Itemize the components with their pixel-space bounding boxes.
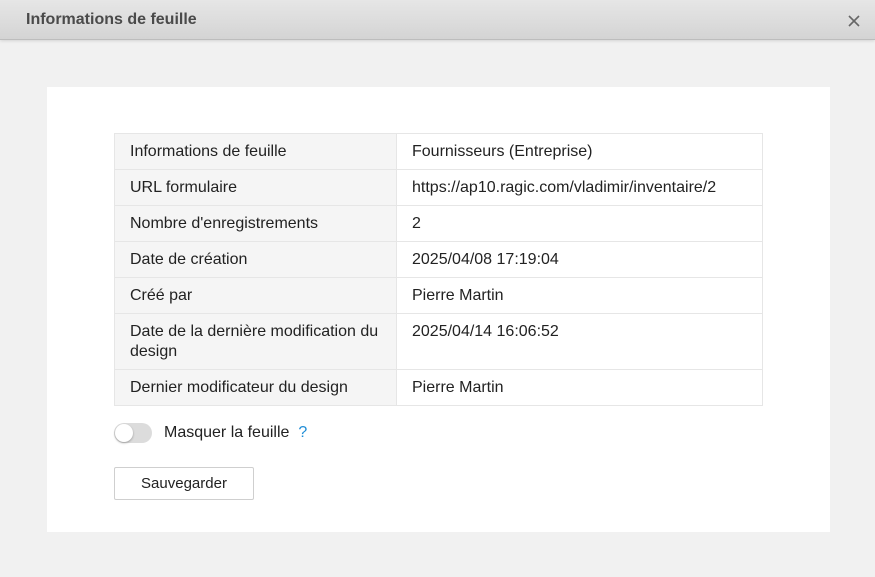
row-value: Pierre Martin	[396, 277, 763, 314]
row-label: URL formulaire	[114, 169, 397, 206]
sheet-info-table: Informations de feuille Fournisseurs (En…	[114, 133, 763, 406]
hide-sheet-label: Masquer la feuille	[164, 424, 290, 441]
row-label: Créé par	[114, 277, 397, 314]
table-row: Date de la dernière modification du desi…	[114, 313, 763, 370]
table-row: URL formulaire https://ap10.ragic.com/vl…	[114, 169, 763, 206]
sheet-info-panel: Informations de feuille Fournisseurs (En…	[47, 87, 830, 532]
save-button[interactable]: Sauvegarder	[114, 467, 254, 500]
row-label: Date de la dernière modification du desi…	[114, 313, 397, 370]
row-label: Nombre d'enregistrements	[114, 205, 397, 242]
hide-sheet-row: Masquer la feuille ?	[114, 422, 307, 444]
row-label: Informations de feuille	[114, 133, 397, 170]
dialog-title: Informations de feuille	[26, 11, 197, 28]
row-label: Date de création	[114, 241, 397, 278]
row-value: Pierre Martin	[396, 369, 763, 406]
table-row: Nombre d'enregistrements 2	[114, 205, 763, 242]
row-value: 2025/04/14 16:06:52	[396, 313, 763, 370]
table-row: Informations de feuille Fournisseurs (En…	[114, 133, 763, 170]
table-row: Dernier modificateur du design Pierre Ma…	[114, 369, 763, 406]
help-icon[interactable]: ?	[298, 424, 307, 442]
row-label: Dernier modificateur du design	[114, 369, 397, 406]
hide-sheet-toggle[interactable]	[114, 423, 152, 443]
table-row: Créé par Pierre Martin	[114, 277, 763, 314]
row-value: 2	[396, 205, 763, 242]
form-url-value: https://ap10.ragic.com/vladimir/inventai…	[396, 169, 763, 206]
close-icon	[848, 15, 860, 27]
dialog-header: Informations de feuille	[0, 0, 875, 40]
toggle-knob	[115, 424, 133, 442]
close-button[interactable]	[844, 10, 864, 30]
row-value: Fournisseurs (Entreprise)	[396, 133, 763, 170]
row-value: 2025/04/08 17:19:04	[396, 241, 763, 278]
table-row: Date de création 2025/04/08 17:19:04	[114, 241, 763, 278]
